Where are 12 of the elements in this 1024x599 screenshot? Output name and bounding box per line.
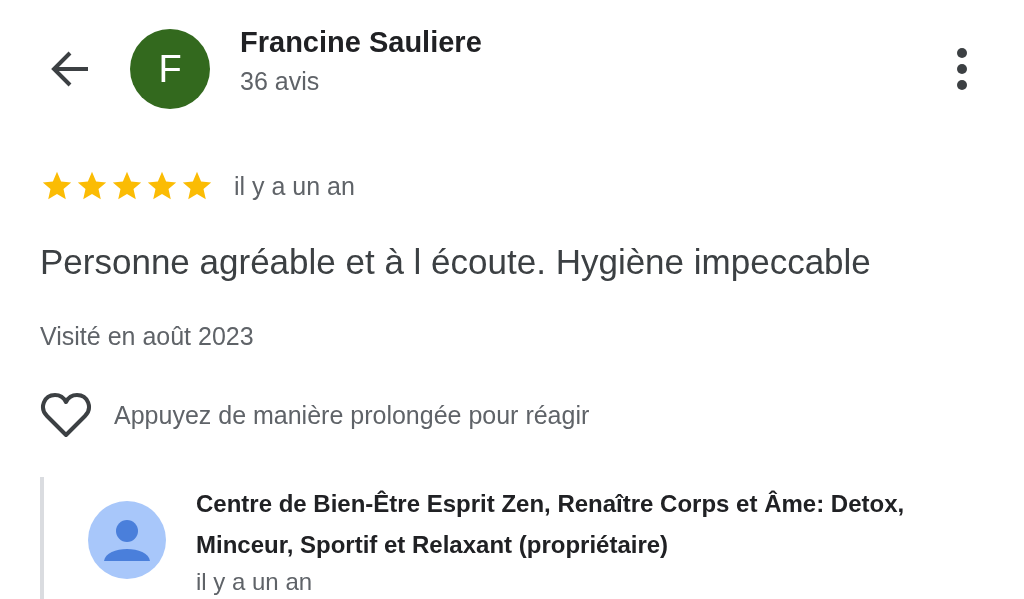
owner-avatar-icon [88, 501, 166, 579]
review-count: 36 avis [240, 67, 321, 96]
more-options-icon[interactable] [956, 47, 968, 91]
visit-date: Visité en août 2023 [40, 322, 255, 351]
react-hint: Appuyez de manière prolongée pour réagir [114, 400, 590, 430]
reviewer-name: Francine Sauliere [240, 26, 483, 59]
reply-time: il y a un an [196, 567, 314, 597]
heart-icon[interactable] [40, 391, 92, 439]
avatar: F [130, 29, 210, 109]
owner-name: Centre de Bien-Être Esprit Zen, Renaître Corps et Âme: Detox, Minceur, Sportif et Relaxant (propriétaire) [196, 489, 906, 560]
review-text: Personne agréable et à l écoute. Hygiène impeccable [40, 242, 872, 282]
review-time: il y a un an [234, 171, 355, 201]
